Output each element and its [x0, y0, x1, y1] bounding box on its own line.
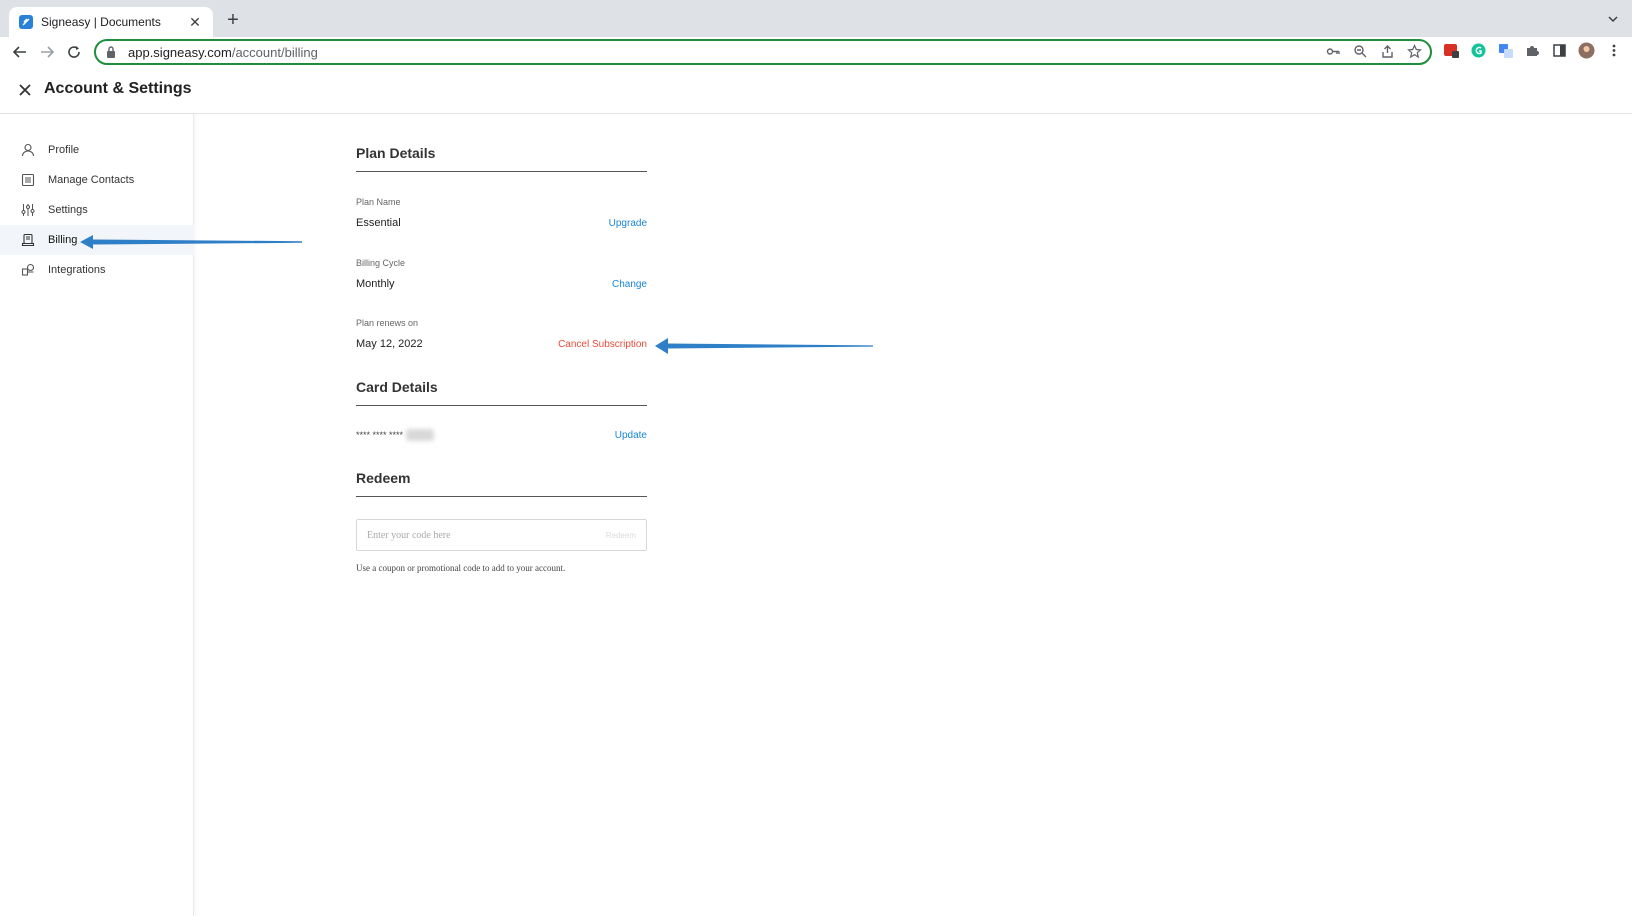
- cancel-subscription-link[interactable]: Cancel Subscription: [558, 339, 647, 350]
- billing-cycle-value: Monthly: [356, 278, 395, 290]
- address-bar[interactable]: app.signeasy.com/account/billing: [94, 39, 1432, 65]
- billing-cycle-label: Billing Cycle: [356, 258, 406, 268]
- sidebar-item-label: Profile: [48, 144, 80, 156]
- sidebar-item-integrations[interactable]: Integrations: [0, 255, 194, 285]
- sidebar-item-settings[interactable]: Settings: [0, 195, 194, 225]
- redeem-field: Redeem: [356, 519, 647, 551]
- extensions-puzzle-icon[interactable]: [1524, 42, 1541, 59]
- bookmark-star-icon[interactable]: [1407, 44, 1422, 59]
- reload-icon[interactable]: [63, 41, 85, 63]
- zoom-icon[interactable]: [1353, 44, 1368, 59]
- annotation-arrow-billing: [80, 235, 302, 249]
- integrations-icon: [20, 262, 36, 278]
- card-number-mask: **** **** ****: [356, 430, 404, 440]
- plan-details-divider: [356, 171, 647, 172]
- person-icon: [20, 142, 36, 158]
- redeem-divider: [356, 496, 647, 497]
- tab-close-icon[interactable]: ✕: [187, 14, 203, 31]
- redeem-button[interactable]: Redeem: [606, 531, 636, 540]
- forward-arrow-icon[interactable]: [36, 41, 58, 63]
- plan-renews-label: Plan renews on: [356, 318, 419, 328]
- blurred-last-digits: [406, 429, 435, 441]
- sliders-icon: [20, 202, 36, 218]
- close-icon[interactable]: [16, 81, 34, 99]
- contacts-icon: [20, 172, 36, 188]
- upgrade-link[interactable]: Upgrade: [609, 218, 647, 229]
- card-details-heading: Card Details: [356, 379, 438, 395]
- grammarly-icon[interactable]: [1470, 42, 1487, 59]
- change-link[interactable]: Change: [612, 279, 647, 290]
- pdf-extension-icon[interactable]: [1443, 42, 1460, 59]
- side-panel-icon[interactable]: [1551, 42, 1568, 59]
- browser-tab-bar: Signeasy | Documents ✕ +: [0, 0, 1632, 37]
- annotation-arrow-cancel: [655, 338, 873, 354]
- plan-name-value: Essential: [356, 217, 401, 229]
- sidebar-item-label: Manage Contacts: [48, 174, 135, 186]
- page-title: Account & Settings: [44, 80, 192, 97]
- plan-renews-value: May 12, 2022: [356, 338, 423, 350]
- plan-details-heading: Plan Details: [356, 145, 436, 161]
- masked-card-number: **** **** ****: [356, 429, 435, 441]
- new-tab-button[interactable]: +: [223, 10, 243, 30]
- redeem-help-text: Use a coupon or promotional code to add …: [356, 563, 566, 573]
- redeem-code-input[interactable]: [367, 529, 606, 541]
- sidebar-item-manage-contacts[interactable]: Manage Contacts: [0, 165, 194, 195]
- app-header: Account & Settings: [0, 67, 1632, 114]
- sidebar-item-label: Billing: [48, 234, 78, 246]
- profile-avatar[interactable]: [1578, 42, 1595, 59]
- signeasy-favicon-icon: [19, 15, 33, 29]
- browser-tab[interactable]: Signeasy | Documents ✕: [9, 7, 213, 37]
- chrome-menu-icon[interactable]: [1605, 42, 1622, 59]
- sidebar-item-profile[interactable]: Profile: [0, 135, 194, 165]
- browser-toolbar: app.signeasy.com/account/billing: [0, 37, 1632, 67]
- translate-icon[interactable]: [1497, 42, 1514, 59]
- update-card-link[interactable]: Update: [615, 430, 647, 441]
- billing-icon: [20, 232, 36, 248]
- back-arrow-icon[interactable]: [9, 41, 31, 63]
- key-icon[interactable]: [1326, 44, 1341, 59]
- url-host: app.signeasy.com: [128, 44, 232, 60]
- tab-search-chevron-icon[interactable]: [1606, 12, 1620, 26]
- plan-name-label: Plan Name: [356, 197, 401, 207]
- sidebar-item-label: Settings: [48, 204, 88, 216]
- card-details-divider: [356, 405, 647, 406]
- sidebar-item-label: Integrations: [48, 264, 106, 276]
- url-path: /account/billing: [231, 44, 318, 60]
- lock-icon: [106, 45, 118, 59]
- redeem-heading: Redeem: [356, 470, 411, 486]
- share-icon[interactable]: [1380, 44, 1395, 59]
- tab-title: Signeasy | Documents: [41, 15, 161, 29]
